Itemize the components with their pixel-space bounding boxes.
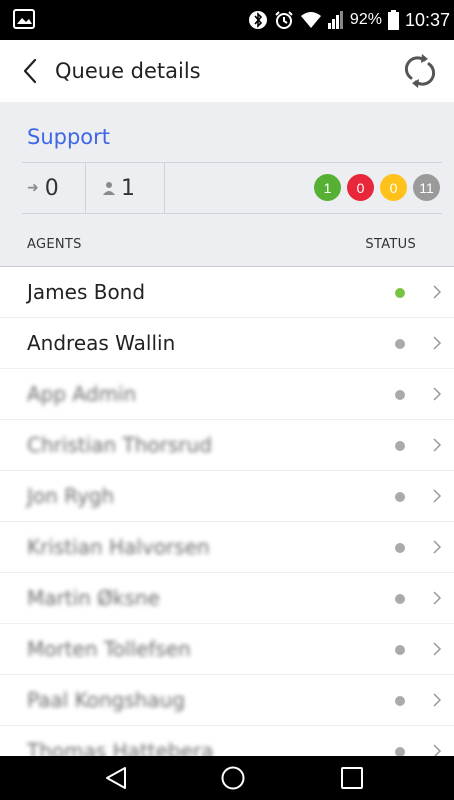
chevron-right-icon bbox=[433, 285, 442, 299]
status-indicator bbox=[395, 645, 405, 655]
queue-stats: ➜ 0 1 1 0 0 11 bbox=[22, 162, 442, 214]
person-icon bbox=[103, 180, 115, 196]
app-header: Queue details bbox=[0, 40, 454, 102]
chevron-right-icon bbox=[433, 438, 442, 452]
agent-list[interactable]: James Bond Andreas Wallin App Admin Christi… bbox=[0, 266, 454, 756]
agent-row[interactable]: Martin Øksne bbox=[0, 573, 454, 624]
status-indicator bbox=[395, 390, 405, 400]
agent-row[interactable]: Kristian Halvorsen bbox=[0, 522, 454, 573]
agent-name: Kristian Halvorsen bbox=[27, 535, 210, 559]
agent-name: Jon Rygh bbox=[27, 484, 115, 508]
agent-name: App Admin bbox=[27, 382, 137, 406]
battery-icon bbox=[387, 10, 399, 30]
alarm-icon bbox=[275, 11, 293, 29]
page-title: Queue details bbox=[55, 59, 201, 83]
agent-row[interactable]: App Admin bbox=[0, 369, 454, 420]
status-indicator bbox=[395, 288, 405, 298]
agent-row[interactable]: Thomas Hattebera bbox=[0, 726, 454, 756]
away-count-badge: 0 bbox=[380, 174, 407, 201]
chevron-right-icon bbox=[433, 744, 442, 756]
agent-row[interactable]: James Bond bbox=[0, 267, 454, 318]
queue-details-screen: 92% 10:37 Queue details Support ➜ 0 1 1 … bbox=[0, 0, 454, 800]
agent-row[interactable]: Andreas Wallin bbox=[0, 318, 454, 369]
nav-home-icon[interactable] bbox=[220, 765, 246, 791]
chevron-right-icon bbox=[433, 693, 442, 707]
refresh-icon[interactable] bbox=[402, 51, 438, 91]
status-icons: 92% 10:37 bbox=[248, 0, 450, 40]
agent-name: Martin Øksne bbox=[27, 586, 160, 610]
busy-count-badge: 0 bbox=[347, 174, 374, 201]
status-indicator bbox=[395, 441, 405, 451]
system-nav-bar bbox=[0, 756, 454, 800]
nav-recents-icon[interactable] bbox=[340, 766, 364, 790]
wifi-icon bbox=[300, 12, 321, 28]
status-indicator bbox=[395, 543, 405, 553]
chevron-left-icon[interactable] bbox=[19, 56, 43, 86]
chevron-right-icon bbox=[433, 387, 442, 401]
agent-name: Paal Kongshaug bbox=[27, 688, 186, 712]
status-indicator bbox=[395, 594, 405, 604]
agent-name: Andreas Wallin bbox=[27, 331, 176, 355]
status-indicator bbox=[395, 492, 405, 502]
chevron-right-icon bbox=[433, 540, 442, 554]
agent-name: Thomas Hattebera bbox=[27, 739, 214, 756]
arrow-right-icon: ➜ bbox=[27, 180, 39, 196]
chevron-right-icon bbox=[433, 489, 442, 503]
agents-stat: 1 bbox=[86, 163, 165, 213]
agent-row[interactable]: Paal Kongshaug bbox=[0, 675, 454, 726]
available-count-badge: 1 bbox=[314, 174, 341, 201]
agents-count: 1 bbox=[121, 175, 135, 201]
agent-name: James Bond bbox=[27, 280, 146, 304]
chevron-right-icon bbox=[433, 591, 442, 605]
offline-count-badge: 11 bbox=[413, 174, 440, 201]
agent-row[interactable]: Jon Rygh bbox=[0, 471, 454, 522]
queue-name: Support bbox=[27, 125, 111, 149]
battery-percent: 92% bbox=[349, 11, 382, 28]
agent-name: Morten Tollefsen bbox=[27, 637, 191, 661]
waiting-count: 0 bbox=[44, 175, 59, 201]
agent-row[interactable]: Christian Thorsrud bbox=[0, 420, 454, 471]
status-indicator bbox=[395, 747, 405, 756]
nav-back-icon[interactable] bbox=[103, 765, 129, 791]
status-indicator bbox=[395, 339, 405, 349]
status-bar: 92% 10:37 bbox=[0, 0, 454, 40]
clock: 10:37 bbox=[404, 9, 450, 30]
waiting-calls-stat: ➜ 0 bbox=[22, 163, 86, 213]
bluetooth-icon bbox=[248, 11, 267, 29]
queue-summary: Support ➜ 0 1 1 0 0 11 AGENTS STATUS bbox=[0, 102, 454, 266]
agents-column-header: AGENTS bbox=[27, 237, 82, 252]
agent-row[interactable]: Morten Tollefsen bbox=[0, 624, 454, 675]
chevron-right-icon bbox=[433, 336, 442, 350]
agent-name: Christian Thorsrud bbox=[27, 433, 212, 457]
chevron-right-icon bbox=[433, 642, 442, 656]
status-badges: 1 0 0 11 bbox=[314, 174, 440, 201]
status-column-header: STATUS bbox=[365, 237, 416, 252]
status-indicator bbox=[395, 696, 405, 706]
signal-icon bbox=[327, 11, 343, 29]
image-icon bbox=[13, 9, 35, 29]
